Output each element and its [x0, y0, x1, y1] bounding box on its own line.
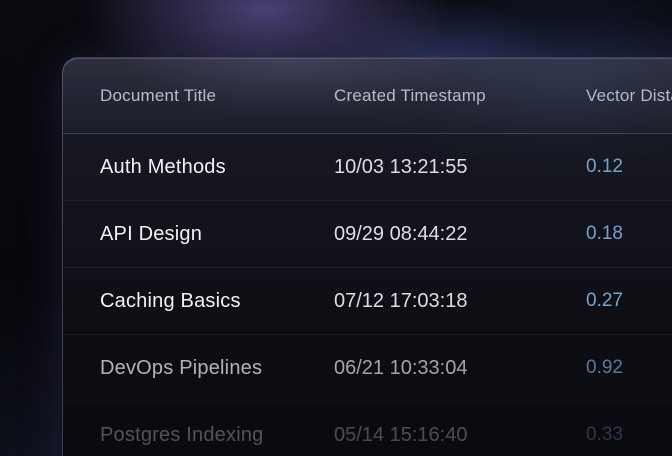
created-timestamp-cell: 06/21 10:33:04 [334, 357, 586, 380]
document-title-cell: Postgres Indexing [100, 424, 334, 447]
column-header-document-title: Document Title [100, 86, 334, 106]
document-title-cell: DevOps Pipelines [100, 357, 334, 380]
created-timestamp-cell: 05/14 15:16:40 [334, 424, 586, 447]
created-timestamp-cell: 10/03 13:21:55 [334, 156, 586, 179]
table-row[interactable]: API Design 09/29 08:44:22 0.18 [63, 201, 672, 268]
documents-table-panel: Document Title Created Timestamp Vector … [62, 57, 672, 456]
table-row[interactable]: Postgres Indexing 05/14 15:16:40 0.33 [63, 402, 672, 456]
table-row[interactable]: Caching Basics 07/12 17:03:18 0.27 [63, 268, 672, 335]
table-row[interactable]: DevOps Pipelines 06/21 10:33:04 0.92 [63, 335, 672, 402]
document-title-cell: API Design [100, 223, 334, 246]
created-timestamp-cell: 07/12 17:03:18 [334, 290, 586, 313]
document-title-cell: Caching Basics [100, 290, 334, 313]
table-row[interactable]: Auth Methods 10/03 13:21:55 0.12 [63, 134, 672, 201]
table-header-row: Document Title Created Timestamp Vector … [63, 58, 672, 134]
vector-distance-cell: 0.27 [586, 290, 672, 312]
vector-distance-cell: 0.12 [586, 156, 672, 178]
document-title-cell: Auth Methods [100, 156, 334, 179]
column-header-vector-distance: Vector Distance [586, 86, 672, 106]
vector-distance-cell: 0.92 [586, 357, 672, 379]
created-timestamp-cell: 09/29 08:44:22 [334, 223, 586, 246]
vector-distance-cell: 0.18 [586, 223, 672, 245]
column-header-created-timestamp: Created Timestamp [334, 86, 586, 106]
vector-distance-cell: 0.33 [586, 424, 672, 446]
